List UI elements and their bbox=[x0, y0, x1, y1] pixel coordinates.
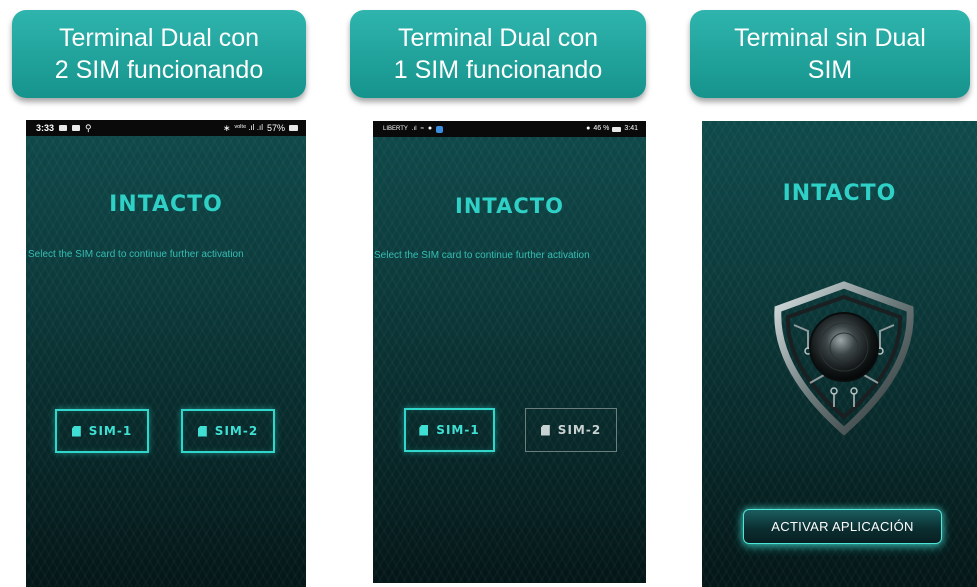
sim-1-label: SIM-1 bbox=[88, 424, 133, 438]
activate-app-button[interactable]: ACTIVAR APLICACIÓN bbox=[743, 509, 942, 544]
wifi-icon: ≈ bbox=[420, 126, 424, 132]
notification-icon: ● bbox=[427, 125, 433, 132]
phone-screen-no-dual: INTACTO ACTIVAR APLICACIÓN bbox=[702, 121, 977, 587]
instruction-text: Select the SIM card to continue further … bbox=[374, 250, 590, 261]
status-battery: 57% bbox=[266, 123, 285, 133]
signal-icon: .ıl bbox=[411, 126, 417, 132]
shield-logo-icon bbox=[774, 281, 914, 436]
app-title: INTACTO bbox=[109, 192, 223, 217]
status-signal: ᵛᵒˡᵗᵉ .ıl .ıl bbox=[234, 123, 263, 132]
header-no-dual: Terminal sin Dual SIM bbox=[690, 10, 970, 98]
header-line-2: 1 SIM funcionando bbox=[393, 56, 603, 84]
sim-2-label: SIM-2 bbox=[214, 424, 259, 438]
status-bar: LIBERTY .ıl ≈ ● ● 46 % 3:41 bbox=[373, 121, 646, 137]
sim-2-button[interactable]: SIM-2 bbox=[525, 408, 617, 452]
comparison-figure: Terminal Dual con 2 SIM funcionando Term… bbox=[0, 0, 977, 587]
battery-icon bbox=[289, 125, 298, 131]
header-line-1: Terminal Dual con bbox=[58, 24, 260, 52]
sim-card-icon bbox=[419, 424, 429, 436]
sim-2-label: SIM-2 bbox=[557, 423, 602, 437]
sim-2-button[interactable]: SIM-2 bbox=[181, 409, 275, 453]
sim-1-button[interactable]: SIM-1 bbox=[55, 409, 149, 453]
header-line-1: Terminal sin Dual bbox=[734, 24, 926, 52]
header-dual-1sim: Terminal Dual con 1 SIM funcionando bbox=[350, 10, 646, 98]
location-icon: ⚲ bbox=[85, 123, 92, 133]
status-battery: 46 % bbox=[593, 125, 610, 132]
status-time: 3:41 bbox=[624, 125, 638, 132]
gallery-icon bbox=[72, 125, 81, 131]
status-time: 3:33 bbox=[36, 123, 55, 133]
message-icon bbox=[59, 125, 68, 131]
sim-card-icon bbox=[197, 425, 207, 437]
app-notification-icon bbox=[436, 125, 444, 133]
header-line-1: Terminal Dual con bbox=[397, 24, 599, 52]
alarm-icon: ● bbox=[586, 125, 591, 132]
phone-screen-dual-1sim: LIBERTY .ıl ≈ ● ● 46 % 3:41 INTACTO Sele… bbox=[373, 121, 646, 583]
header-line-2: 2 SIM funcionando bbox=[54, 56, 264, 84]
status-carrier: LIBERTY bbox=[383, 126, 408, 132]
battery-icon bbox=[612, 126, 622, 132]
sim-1-label: SIM-1 bbox=[436, 423, 480, 437]
app-title: INTACTO bbox=[455, 194, 564, 218]
phone-screen-dual-2sim: 3:33 ⚲ ∗ ᵛᵒˡᵗᵉ .ıl .ıl 57% INTACTO Selec… bbox=[26, 120, 306, 587]
header-line-2: SIM bbox=[807, 56, 853, 84]
instruction-text: Select the SIM card to continue further … bbox=[28, 249, 244, 260]
sim-card-icon bbox=[540, 424, 550, 436]
app-title: INTACTO bbox=[782, 181, 897, 206]
sim-1-button[interactable]: SIM-1 bbox=[404, 408, 495, 452]
header-dual-2sim: Terminal Dual con 2 SIM funcionando bbox=[12, 10, 306, 98]
status-bar: 3:33 ⚲ ∗ ᵛᵒˡᵗᵉ .ıl .ıl 57% bbox=[26, 120, 306, 136]
sim-card-icon bbox=[71, 425, 81, 437]
bluetooth-icon: ∗ bbox=[222, 123, 231, 133]
